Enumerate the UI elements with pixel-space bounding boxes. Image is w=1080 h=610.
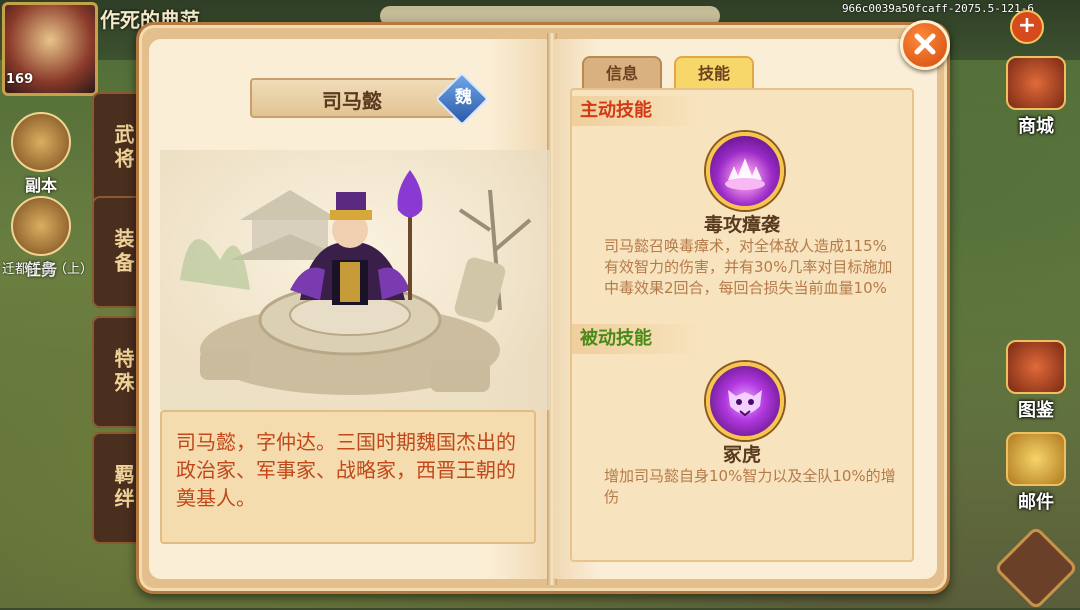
side-tab-equipment[interactable]: 装备 — [92, 196, 138, 308]
dungeon-button[interactable]: 副本 — [6, 112, 76, 196]
active-skill-header: 主动技能 — [572, 96, 700, 126]
codex-button[interactable]: 图鉴 — [998, 340, 1074, 422]
mail-icon — [1006, 432, 1066, 486]
hero-description: 司马懿，字仲达。三国时期魏国杰出的政治家、军事家、战略家，西晋王朝的奠基人。 — [176, 430, 516, 510]
mail-button[interactable]: 邮件 — [998, 432, 1074, 514]
hero-name-plate: 司马懿 — [250, 78, 464, 118]
active-skill-description: 司马懿召唤毒瘴术，对全体敌人造成115%有效智力的伤害，并有30%几率对目标施加… — [604, 237, 893, 297]
player-level: 169 — [6, 72, 34, 87]
tab-skill[interactable]: 技能 — [674, 56, 754, 90]
sword-icon — [11, 112, 71, 172]
current-quest-text[interactable]: 迁都许昌（上） — [2, 262, 93, 278]
hero-portrait-scene — [160, 150, 550, 410]
passive-skill-description: 增加司马懿自身10%智力以及全队10%的增伤 — [604, 467, 896, 506]
side-tab-bonds[interactable]: 羁绊 — [92, 432, 138, 544]
tiger-head-icon[interactable] — [706, 362, 784, 440]
side-tab-generals[interactable]: 武将 — [92, 92, 138, 204]
build-id-text: 966c0039a50fcaff-2075.5-121-6 — [841, 2, 1034, 15]
passive-skill-header: 被动技能 — [572, 324, 700, 354]
hero-name: 司马懿 — [322, 89, 382, 113]
tab-info[interactable]: 信息 — [582, 56, 662, 90]
codex-icon — [1006, 340, 1066, 394]
poison-burst-icon[interactable] — [706, 132, 784, 210]
close-button[interactable] — [900, 20, 950, 70]
hero-description-box: 司马懿，字仲达。三国时期魏国杰出的政治家、军事家、战略家，西晋王朝的奠基人。 — [160, 410, 536, 544]
close-icon — [914, 33, 936, 55]
add-currency-button[interactable]: + — [1010, 10, 1044, 44]
shop-icon — [1006, 56, 1066, 110]
side-tab-special[interactable]: 特殊 — [92, 316, 138, 428]
active-skill-name: 毒攻瘴袭 — [703, 214, 780, 236]
scroll-icon — [11, 196, 71, 256]
shop-button[interactable]: 商城 — [998, 56, 1074, 138]
passive-skill-name: 冢虎 — [722, 444, 761, 466]
